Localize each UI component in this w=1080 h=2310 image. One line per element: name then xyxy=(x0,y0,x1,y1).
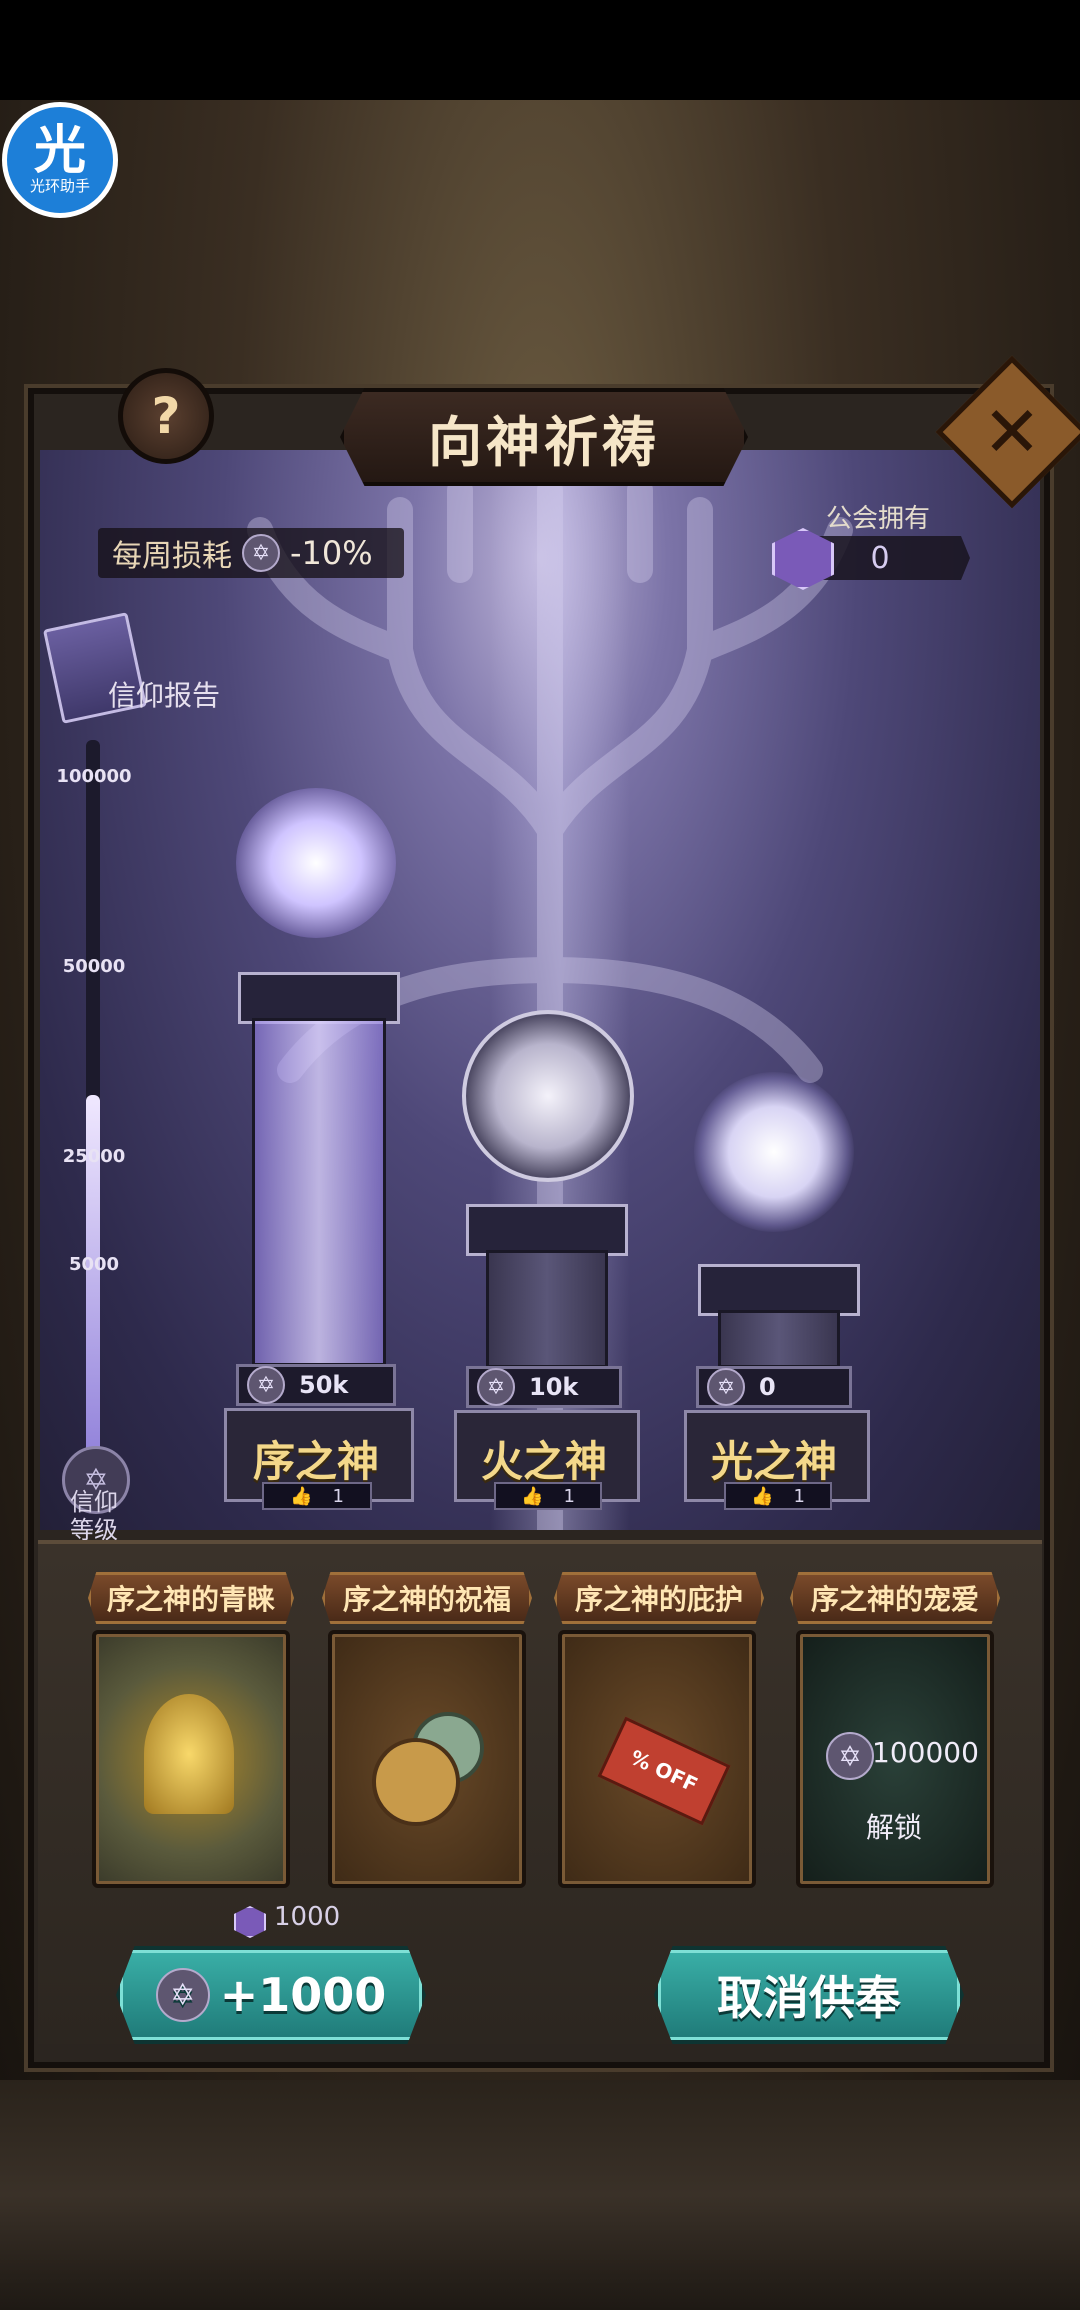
unlock-label: 解锁 xyxy=(866,1811,923,1844)
faith-level-label: 信仰 等级 xyxy=(70,1488,118,1544)
god-score: ✡ 0 xyxy=(696,1366,852,1408)
god-score-value: 0 xyxy=(759,1373,776,1401)
blessing-title: 序之神的庇护 xyxy=(554,1572,764,1624)
god-name: 火之神 xyxy=(480,1437,607,1486)
status-bar xyxy=(0,0,1080,100)
blessing-cost: 1000 xyxy=(274,1902,341,1932)
light-emblem-icon xyxy=(694,1072,854,1232)
faith-tick: 50000 xyxy=(62,956,126,977)
weekly-decay-value: -10% xyxy=(290,534,373,572)
guild-owned-value: 0 xyxy=(870,540,890,576)
weekly-decay: 每周损耗 ✡ -10% xyxy=(98,528,404,578)
god-score: ✡ 50k xyxy=(236,1364,396,1406)
god-likes-value: 1 xyxy=(332,1485,344,1507)
hexagram-icon: ✡ xyxy=(242,534,280,572)
god-likes-value: 1 xyxy=(793,1485,805,1507)
helper-label: 光环助手 xyxy=(29,177,90,195)
pillar xyxy=(486,1250,608,1368)
discount-tag-icon: % OFF xyxy=(597,1716,731,1826)
background-bottom xyxy=(0,2080,1080,2310)
god-name: 光之神 xyxy=(710,1437,837,1486)
thumb-icon: 👍 xyxy=(521,1485,544,1507)
god-likes-value: 1 xyxy=(563,1485,575,1507)
god-score-value: 10k xyxy=(529,1373,579,1401)
helper-logo: 光 xyxy=(33,121,86,181)
page-title: 向神祈祷 xyxy=(428,410,660,474)
weekly-decay-label: 每周损耗 xyxy=(112,539,232,574)
offer-button-label: +1000 xyxy=(219,1968,387,2022)
hexagram-icon: ✡ xyxy=(155,1968,210,2022)
blessing-title: 序之神的青睐 xyxy=(88,1572,294,1624)
title-banner: 向神祈祷 xyxy=(340,388,748,486)
cancel-offering-label: 取消供奉 xyxy=(717,1971,901,2025)
faith-tick: 100000 xyxy=(56,766,132,787)
close-icon[interactable]: ✕ xyxy=(958,378,1066,486)
god-score: ✡ 10k xyxy=(466,1366,622,1408)
order-emblem-icon xyxy=(236,788,396,938)
helper-float-button[interactable]: 光 光环助手 xyxy=(2,102,118,218)
blessing-title: 序之神的宠爱 xyxy=(790,1572,1000,1624)
god-likes: 👍 1 xyxy=(724,1482,832,1510)
offer-button[interactable]: ✡ +1000 xyxy=(116,1946,426,2044)
blessing-card-love-locked[interactable]: ✡ 100000 解锁 xyxy=(796,1630,994,1888)
blessing-card-protection[interactable]: % OFF xyxy=(558,1630,756,1888)
coin-icon xyxy=(372,1738,460,1826)
help-button[interactable]: ? xyxy=(118,368,214,464)
god-likes: 👍 1 xyxy=(494,1482,602,1510)
god-name: 序之神 xyxy=(252,1437,379,1486)
question-icon: ? xyxy=(151,387,181,445)
unlock-cost: 100000 xyxy=(872,1736,979,1769)
hexagram-icon: ✡ xyxy=(247,1366,285,1404)
pillar-capital xyxy=(698,1264,860,1316)
blessing-card-favor[interactable] xyxy=(92,1630,290,1888)
pillar-capital xyxy=(238,972,400,1024)
pillar xyxy=(252,1018,386,1366)
blessing-card-blessing[interactable] xyxy=(328,1630,526,1888)
faith-report-label[interactable]: 信仰报告 xyxy=(108,674,220,714)
thumb-icon: 👍 xyxy=(751,1485,774,1507)
thumb-icon: 👍 xyxy=(290,1485,313,1507)
pillar xyxy=(718,1310,840,1368)
fire-emblem-icon xyxy=(462,1010,634,1182)
faith-tick: 25000 xyxy=(62,1146,126,1167)
god-likes: 👍 1 xyxy=(262,1482,372,1510)
faith-tick: 5000 xyxy=(68,1254,120,1275)
hexagram-icon: ✡ xyxy=(707,1368,745,1406)
hexagram-icon: ✡ xyxy=(826,1732,874,1780)
pillar-capital xyxy=(466,1204,628,1256)
cancel-offering-button[interactable]: 取消供奉 xyxy=(654,1946,964,2044)
golden-tree-icon xyxy=(144,1694,234,1814)
god-score-value: 50k xyxy=(299,1371,349,1399)
blessing-title: 序之神的祝福 xyxy=(322,1572,532,1624)
hexagram-icon: ✡ xyxy=(477,1368,515,1406)
guild-owned-label: 公会拥有 xyxy=(826,504,931,534)
